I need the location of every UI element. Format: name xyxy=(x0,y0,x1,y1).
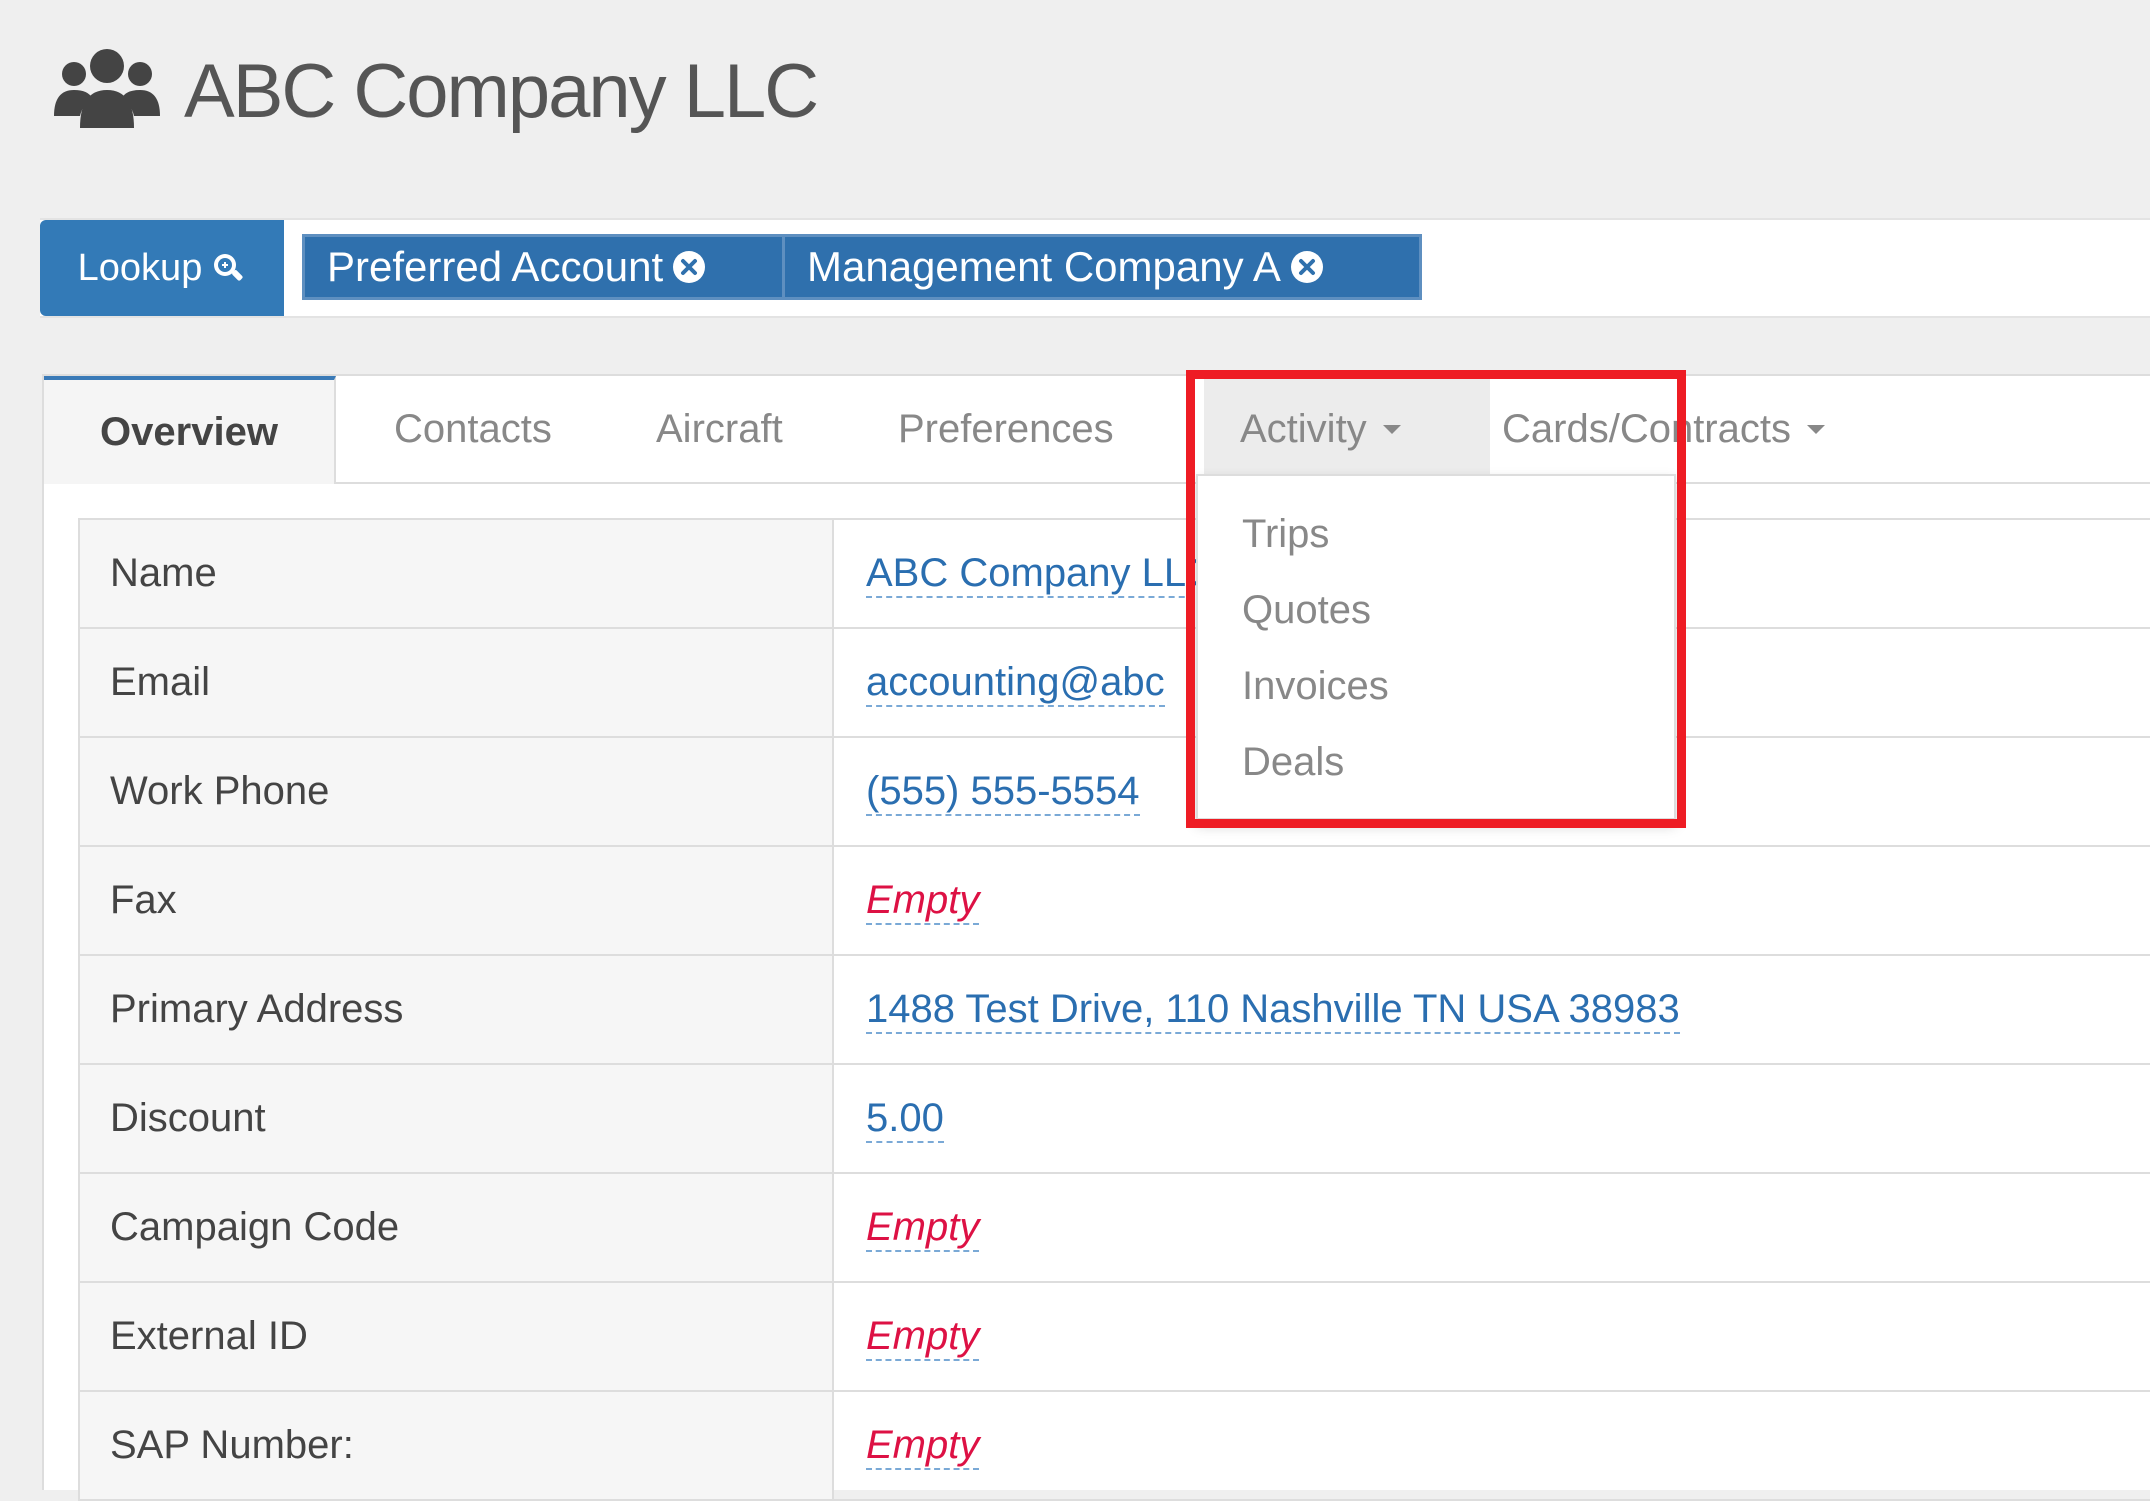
page-title: ABC Company LLC xyxy=(184,48,819,134)
menu-item-deals[interactable]: Deals xyxy=(1198,724,1674,800)
table-row: Discount 5.00 xyxy=(80,1065,2150,1174)
tag-bar: Lookup Preferred Account Management Comp… xyxy=(40,218,2150,318)
table-row: Work Phone (555) 555-5554 xyxy=(80,738,2150,847)
table-row: External ID Empty xyxy=(80,1283,2150,1392)
work-phone-value[interactable]: (555) 555-5554 xyxy=(866,768,1140,816)
menu-item-trips[interactable]: Trips xyxy=(1198,496,1674,572)
fax-value[interactable]: Empty xyxy=(866,877,980,925)
sap-number-value[interactable]: Empty xyxy=(866,1422,980,1470)
table-row: Fax Empty xyxy=(80,847,2150,956)
tag-label: Preferred Account xyxy=(327,243,664,290)
activity-dropdown-menu: Trips Quotes Invoices Deals xyxy=(1196,474,1676,820)
field-label: Primary Address xyxy=(80,956,834,1063)
email-value[interactable]: accounting@abc xyxy=(866,659,1165,707)
external-id-value[interactable]: Empty xyxy=(866,1313,980,1361)
caret-down-icon xyxy=(1382,424,1401,434)
details-table: Name ABC Company LLC Email accounting@ab… xyxy=(78,518,2150,1501)
field-label: Email xyxy=(80,629,834,736)
campaign-code-value[interactable]: Empty xyxy=(866,1204,980,1252)
field-label: Discount xyxy=(80,1065,834,1172)
name-value[interactable]: ABC Company LLC xyxy=(866,550,1216,598)
remove-tag-icon[interactable] xyxy=(1289,249,1325,285)
field-label: Work Phone xyxy=(80,738,834,845)
users-group-icon xyxy=(54,49,160,128)
tab-label: Activity xyxy=(1240,406,1367,451)
tag-preferred-account: Preferred Account xyxy=(302,234,806,300)
field-label: Fax xyxy=(80,847,834,954)
tab-label: Preferences xyxy=(898,406,1114,451)
table-row: Campaign Code Empty xyxy=(80,1174,2150,1283)
tab-cards-contracts[interactable]: Cards/Contracts xyxy=(1502,376,1825,482)
field-label: Campaign Code xyxy=(80,1174,834,1281)
tag-label: Management Company A xyxy=(807,243,1281,290)
tab-label: Contacts xyxy=(394,406,552,451)
lookup-label: Lookup xyxy=(77,246,203,289)
tab-bar: Overview Contacts Aircraft Preferences A… xyxy=(44,376,2150,484)
detail-panel: Overview Contacts Aircraft Preferences A… xyxy=(42,374,2150,1501)
lookup-button[interactable]: Lookup xyxy=(40,220,284,316)
tab-overview[interactable]: Overview xyxy=(44,376,336,484)
menu-item-invoices[interactable]: Invoices xyxy=(1198,648,1674,724)
tag-management-company: Management Company A xyxy=(782,234,1422,300)
tab-aircraft[interactable]: Aircraft xyxy=(656,376,783,482)
tab-activity[interactable]: Activity xyxy=(1204,376,1490,482)
menu-item-quotes[interactable]: Quotes xyxy=(1198,572,1674,648)
field-label: External ID xyxy=(80,1283,834,1390)
tab-label: Aircraft xyxy=(656,406,783,451)
primary-address-value[interactable]: 1488 Test Drive, 110 Nashville TN USA 38… xyxy=(866,986,1680,1034)
table-row: Email accounting@abc xyxy=(80,629,2150,738)
discount-value[interactable]: 5.00 xyxy=(866,1095,944,1143)
remove-tag-icon[interactable] xyxy=(671,249,707,285)
table-row: Primary Address 1488 Test Drive, 110 Nas… xyxy=(80,956,2150,1065)
table-row: SAP Number: Empty xyxy=(80,1392,2150,1501)
page-header: ABC Company LLC xyxy=(52,36,819,146)
tab-label: Cards/Contracts xyxy=(1502,406,1791,451)
table-row: Name ABC Company LLC xyxy=(80,520,2150,629)
caret-down-icon xyxy=(1806,424,1825,434)
field-label: SAP Number: xyxy=(80,1392,834,1499)
tab-contacts[interactable]: Contacts xyxy=(394,376,552,482)
search-plus-icon xyxy=(214,254,243,281)
tab-preferences[interactable]: Preferences xyxy=(898,376,1114,482)
field-label: Name xyxy=(80,520,834,627)
tab-label: Overview xyxy=(100,409,278,454)
